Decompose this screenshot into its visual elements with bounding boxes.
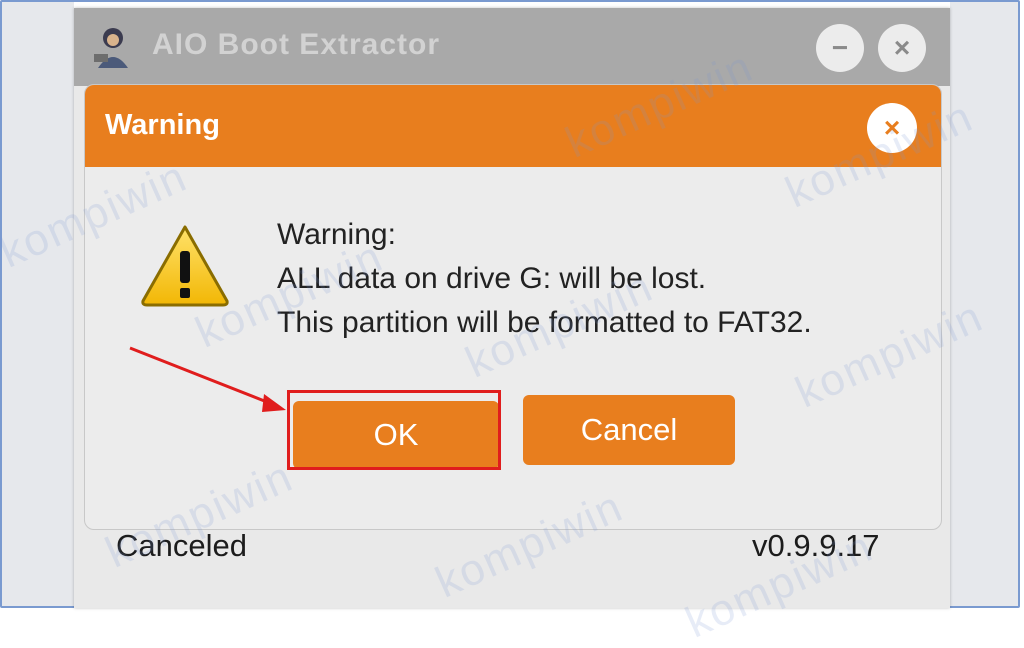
close-icon: × [883,112,901,143]
minimize-icon: − [831,32,849,63]
message-line: ALL data on drive G: will be lost. [277,262,707,295]
app-titlebar[interactable]: AIO Boot Extractor − × [74,8,950,86]
app-title: AIO Boot Extractor [152,28,441,61]
warning-message: Warning: ALL data on drive G: will be lo… [277,213,812,345]
right-background [950,2,1018,606]
dialog-header: Warning × [85,85,941,167]
warning-dialog: Warning × Warning: ALL data on drive G: … [84,84,942,530]
highlight-box [287,390,501,470]
cancel-button[interactable]: Cancel [523,395,735,465]
red-arrow-annotation [129,346,286,412]
dialog-title: Warning [105,109,220,141]
message-line: This partition will be formatted to FAT3… [277,306,812,339]
message-line: Warning: [277,218,396,251]
minimize-button[interactable]: − [816,24,864,72]
close-icon: × [893,32,911,63]
app-logo-icon [94,28,128,68]
warning-icon [141,225,229,307]
window-close-button[interactable]: × [878,24,926,72]
left-background [2,2,74,606]
dialog-close-button[interactable]: × [867,103,917,153]
status-text: Canceled [116,528,247,563]
version-label: v0.9.9.17 [752,528,880,563]
